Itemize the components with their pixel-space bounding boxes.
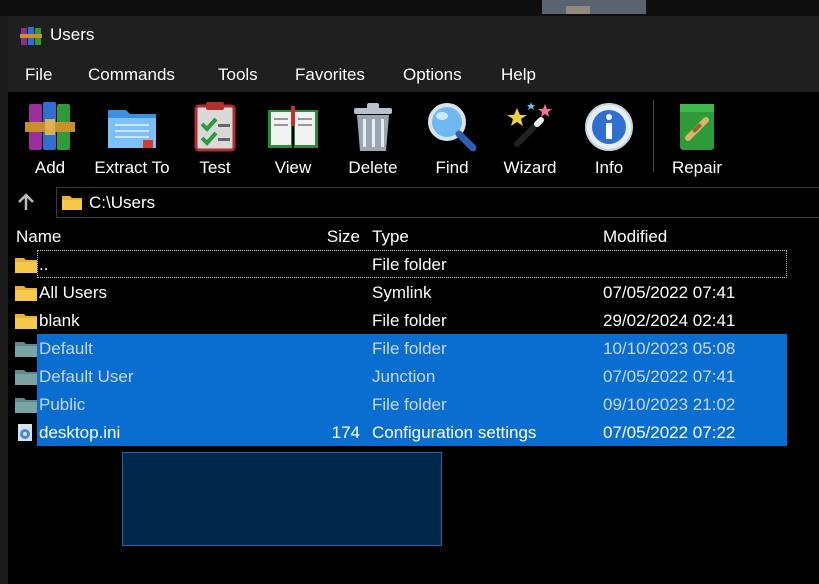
trash-icon	[354, 103, 392, 151]
column-header: Name Size Type Modified	[8, 222, 819, 250]
info-icon	[585, 103, 633, 151]
background-window	[542, 0, 646, 14]
delete-label: Delete	[348, 158, 398, 177]
winrar-window: Users File Commands Tools Favorites Opti…	[8, 16, 819, 584]
find-label: Find	[435, 158, 469, 177]
file-name: Public	[39, 395, 86, 414]
file-row-public[interactable]: Public File folder 09/10/2023 21:02	[8, 390, 819, 418]
selection-marquee	[122, 452, 442, 546]
file-row-all-users[interactable]: All Users Symlink 07/05/2022 07:41	[8, 278, 819, 306]
file-type: Junction	[372, 367, 436, 386]
menu-tools[interactable]: Tools	[218, 65, 258, 85]
magnifier-icon	[428, 103, 477, 152]
info-button[interactable]: Info	[576, 92, 642, 184]
file-modified: 07/05/2022 07:41	[603, 283, 736, 302]
file-type: Symlink	[372, 283, 432, 302]
file-modified: 07/05/2022 07:22	[603, 423, 736, 442]
file-row-desktop-ini[interactable]: desktop.ini 174 Configuration settings 0…	[8, 418, 819, 446]
view-label: View	[274, 158, 312, 177]
folder-icon	[62, 196, 82, 210]
folder-icon	[15, 398, 37, 413]
file-modified: 10/10/2023 05:08	[603, 339, 736, 358]
file-row-blank[interactable]: blank File folder 29/02/2024 02:41	[8, 306, 819, 334]
delete-button[interactable]: Delete	[338, 92, 408, 184]
file-type: File folder	[372, 339, 447, 358]
path-field[interactable]: C:\Users	[56, 187, 819, 218]
file-modified: 07/05/2022 07:41	[603, 367, 736, 386]
add-archive-icon	[25, 102, 75, 150]
file-type: File folder	[372, 311, 447, 330]
file-name: Default	[39, 339, 93, 358]
settings-file-icon	[18, 424, 32, 441]
file-modified: 09/10/2023 21:02	[603, 395, 736, 414]
wizard-wand-icon	[507, 102, 552, 147]
wizard-button[interactable]: Wizard	[496, 92, 564, 184]
background-window-detail	[566, 6, 590, 14]
path-text: C:\Users	[89, 193, 156, 212]
menu-help[interactable]: Help	[501, 65, 536, 85]
file-name: desktop.ini	[39, 423, 121, 442]
add-button[interactable]: Add	[18, 92, 82, 184]
winrar-app-icon	[20, 27, 42, 45]
menu-options[interactable]: Options	[403, 65, 462, 85]
folder-icon	[15, 342, 37, 357]
extract-to-button[interactable]: Extract To	[90, 92, 174, 184]
file-row-parent[interactable]: .. File folder	[8, 250, 819, 278]
test-button[interactable]: Test	[186, 92, 244, 184]
add-label: Add	[34, 158, 66, 177]
view-button[interactable]: View	[258, 92, 328, 184]
find-button[interactable]: Find	[420, 92, 484, 184]
test-label: Test	[199, 158, 231, 177]
header-size[interactable]: Size	[308, 227, 360, 247]
file-type: File folder	[372, 395, 447, 414]
repair-kit-icon	[680, 104, 714, 150]
address-bar: C:\Users	[8, 184, 819, 220]
toolbar: Add Extract To Test View Delete Find Wiz…	[8, 92, 819, 184]
window-title: Users	[50, 25, 95, 44]
file-row-default[interactable]: Default File folder 10/10/2023 05:08	[8, 334, 819, 362]
repair-button[interactable]: Repair	[664, 92, 730, 184]
folder-icon	[15, 370, 37, 385]
file-type: Configuration settings	[372, 423, 537, 442]
desktop-background	[0, 0, 819, 16]
file-type: File folder	[372, 255, 447, 274]
menu-bar: File Commands Tools Favorites Options He…	[8, 56, 819, 92]
up-arrow-icon[interactable]	[16, 192, 36, 212]
folder-icon	[15, 286, 37, 301]
extract-to-label: Extract To	[94, 158, 170, 177]
menu-file[interactable]: File	[25, 65, 52, 85]
menu-commands[interactable]: Commands	[88, 65, 175, 85]
menu-favorites[interactable]: Favorites	[295, 65, 365, 85]
test-clipboard-icon	[194, 102, 236, 152]
view-book-icon	[268, 106, 318, 148]
file-row-default-user[interactable]: Default User Junction 07/05/2022 07:41	[8, 362, 819, 390]
toolbar-separator	[653, 100, 654, 172]
wizard-label: Wizard	[503, 158, 557, 177]
header-modified[interactable]: Modified	[603, 227, 667, 247]
header-name[interactable]: Name	[16, 227, 61, 247]
file-name: Default User	[39, 367, 134, 386]
file-modified: 29/02/2024 02:41	[603, 311, 736, 330]
repair-label: Repair	[671, 158, 723, 177]
header-type[interactable]: Type	[372, 227, 409, 247]
file-size: 174	[331, 423, 360, 442]
file-name: ..	[39, 255, 49, 274]
extract-folder-icon	[108, 110, 156, 148]
folder-icon	[15, 258, 37, 273]
title-bar[interactable]: Users	[8, 16, 819, 56]
folder-icon	[15, 314, 37, 329]
file-name: All Users	[39, 283, 108, 302]
info-label: Info	[594, 158, 624, 177]
file-name: blank	[39, 311, 80, 330]
